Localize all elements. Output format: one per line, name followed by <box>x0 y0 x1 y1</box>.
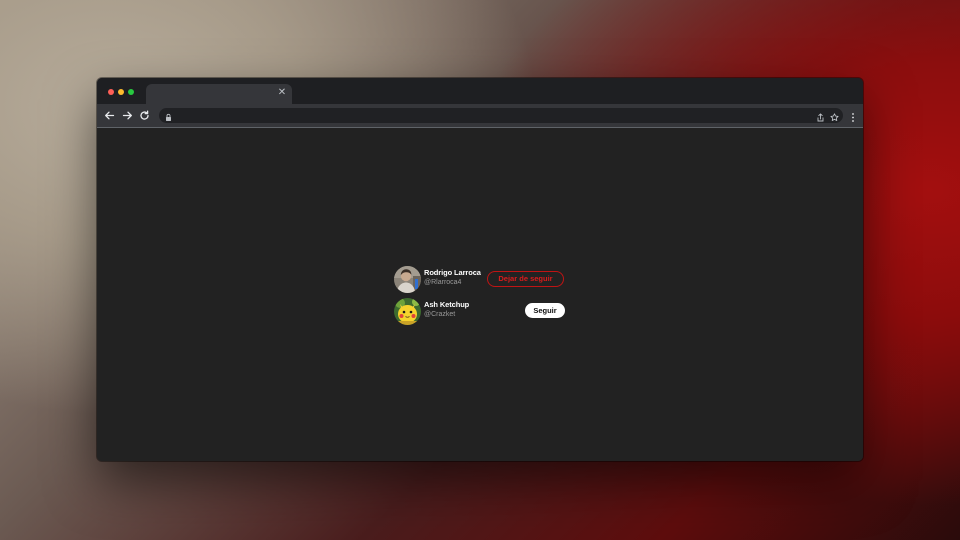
follow-button[interactable]: Seguir <box>525 303 565 318</box>
reload-icon[interactable] <box>138 109 151 122</box>
maximize-window-button[interactable] <box>128 89 134 95</box>
address-bar[interactable] <box>159 108 843 123</box>
arrow-right-icon[interactable] <box>121 109 134 122</box>
unfollow-button[interactable]: Dejar de seguir <box>487 271 564 287</box>
follow-list: Rodrigo Larroca @Rlarroca4 Dejar de segu… <box>394 265 568 329</box>
user-handle[interactable]: @Rlarroca4 <box>424 278 494 288</box>
user-handle[interactable]: @Crazket <box>424 310 494 320</box>
page-viewport: Rodrigo Larroca @Rlarroca4 Dejar de segu… <box>97 128 863 461</box>
title-bar: ✕ <box>97 78 863 104</box>
follow-card: Rodrigo Larroca @Rlarroca4 Dejar de segu… <box>394 265 568 293</box>
browser-toolbar <box>97 104 863 128</box>
follow-card: Ash Ketchup @Crazket Seguir <box>394 297 568 325</box>
minimize-window-button[interactable] <box>118 89 124 95</box>
kebab-menu-icon[interactable] <box>849 110 857 122</box>
user-name[interactable]: Rodrigo Larroca <box>424 268 494 278</box>
arrow-left-icon[interactable] <box>103 109 116 122</box>
close-icon[interactable]: ✕ <box>276 87 288 99</box>
share-icon[interactable] <box>815 110 826 122</box>
star-icon[interactable] <box>829 110 840 122</box>
avatar[interactable] <box>394 266 421 293</box>
lock-icon[interactable] <box>163 110 174 121</box>
user-info: Ash Ketchup @Crazket <box>424 300 494 320</box>
user-info: Rodrigo Larroca @Rlarroca4 <box>424 268 494 288</box>
avatar[interactable] <box>394 298 421 325</box>
close-window-button[interactable] <box>108 89 114 95</box>
browser-tab[interactable]: ✕ <box>146 84 292 104</box>
browser-window: ✕ Rodrigo Larroca @Rlarroca4 Dejar de se… <box>97 78 863 461</box>
user-name[interactable]: Ash Ketchup <box>424 300 494 310</box>
